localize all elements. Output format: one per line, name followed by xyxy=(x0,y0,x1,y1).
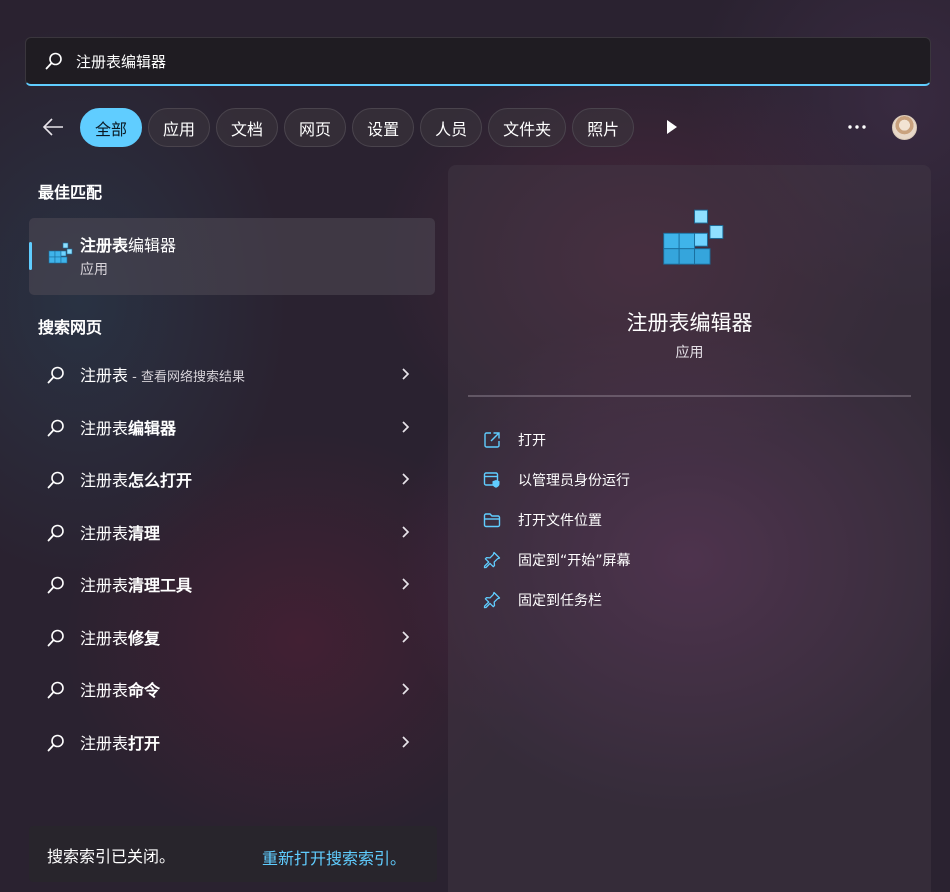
registry-editor-icon xyxy=(46,240,74,268)
more-options-icon[interactable] xyxy=(843,116,871,138)
filter-tab[interactable]: 人员 xyxy=(420,108,483,147)
search-icon xyxy=(46,680,66,700)
detail-action-label: 打开文件位置 xyxy=(518,513,602,529)
index-message: 搜索索引已关闭。 xyxy=(47,847,176,866)
pin-icon xyxy=(482,590,502,610)
search-icon xyxy=(46,418,66,438)
open-external-icon xyxy=(482,430,502,450)
filter-bar: 全部 应用 文档 网页 设置 人员 文件夹 照片 xyxy=(0,106,950,148)
detail-action-label: 打开 xyxy=(518,433,546,449)
detail-title: 注册表编辑器 xyxy=(626,311,753,335)
web-result-text: 注册表清理 xyxy=(80,523,161,543)
detail-action[interactable]: 固定到任务栏 xyxy=(482,580,631,620)
detail-action[interactable]: 固定到“开始”屏幕 xyxy=(482,540,631,580)
chevron-right-icon xyxy=(401,524,415,540)
filter-tab[interactable]: 网页 xyxy=(284,108,347,147)
web-result-item[interactable]: 注册表 - 查看网络搜索结果 xyxy=(29,348,435,401)
search-box[interactable] xyxy=(25,37,931,86)
detail-action-label: 以管理员身份运行 xyxy=(518,473,630,489)
web-result-text: 注册表编辑器 xyxy=(80,418,177,438)
web-search-heading: 搜索网页 xyxy=(38,318,103,337)
best-match-subtitle: 应用 xyxy=(80,262,108,278)
best-match-card[interactable]: 注册表编辑器 应用 xyxy=(29,218,435,295)
chevron-right-icon xyxy=(401,366,415,382)
web-result-item[interactable]: 注册表编辑器 xyxy=(29,401,435,454)
web-result-text: 注册表命令 xyxy=(80,681,161,701)
search-icon xyxy=(46,470,66,490)
web-result-text: 注册表打开 xyxy=(80,733,161,753)
admin-shield-icon xyxy=(482,470,502,490)
detail-action[interactable]: 以管理员身份运行 xyxy=(482,460,631,500)
detail-action-label: 固定到任务栏 xyxy=(518,593,602,609)
web-search-results: 注册表 - 查看网络搜索结果 注册表编辑器 注册表怎么打开 注册表清理注册表清理工具注… xyxy=(29,348,435,768)
search-icon xyxy=(46,733,66,753)
detail-divider xyxy=(468,395,911,397)
web-result-item[interactable]: 注册表清理 xyxy=(29,506,435,559)
filter-tab[interactable]: 全部 xyxy=(80,108,143,147)
search-icon xyxy=(46,575,66,595)
chevron-right-icon xyxy=(401,734,415,750)
web-result-text: 注册表清理工具 xyxy=(80,576,193,596)
best-match-title: 注册表编辑器 xyxy=(80,236,177,255)
detail-actions: 打开以管理员身份运行 打开文件位置固定到“开始”屏幕 固定到任务栏 xyxy=(482,420,631,620)
scroll-right-icon[interactable] xyxy=(662,116,682,138)
web-result-item[interactable]: 注册表命令 xyxy=(29,663,435,716)
user-avatar[interactable] xyxy=(892,115,917,140)
web-result-text: 注册表修复 xyxy=(80,628,161,648)
search-icon xyxy=(46,365,66,385)
selection-indicator xyxy=(29,242,32,270)
pin-icon xyxy=(482,550,502,570)
detail-subtitle: 应用 xyxy=(675,345,704,361)
best-match-heading: 最佳匹配 xyxy=(38,183,103,202)
back-arrow-icon[interactable] xyxy=(40,114,66,140)
search-icon xyxy=(46,523,66,543)
web-result-item[interactable]: 注册表打开 xyxy=(29,716,435,769)
web-result-item[interactable]: 注册表怎么打开 xyxy=(29,453,435,506)
detail-panel: 注册表编辑器 应用 打开以管理员身份运行 打开文件位置固定到“开始”屏幕 固定到任务… xyxy=(448,165,931,892)
filter-tab[interactable]: 应用 xyxy=(148,108,211,147)
filter-tabs: 全部 应用 文档 网页 设置 人员 文件夹 照片 xyxy=(80,108,645,148)
search-icon xyxy=(44,51,64,71)
search-input[interactable] xyxy=(76,52,876,70)
web-result-item[interactable]: 注册表修复 xyxy=(29,611,435,664)
filter-tab[interactable]: 文档 xyxy=(216,108,279,147)
registry-editor-icon xyxy=(656,205,728,277)
web-result-item[interactable]: 注册表清理工具 xyxy=(29,558,435,611)
search-index-notice: 搜索索引已关闭。 重新打开搜索索引。 xyxy=(29,826,437,882)
reopen-index-link[interactable]: 重新打开搜索索引。 xyxy=(262,845,406,869)
filter-tab[interactable]: 文件夹 xyxy=(488,108,567,147)
web-result-text: 注册表怎么打开 xyxy=(80,471,193,491)
filter-tab[interactable]: 设置 xyxy=(352,108,415,147)
detail-action-label: 固定到“开始”屏幕 xyxy=(518,553,631,569)
detail-action[interactable]: 打开 xyxy=(482,420,631,460)
chevron-right-icon xyxy=(401,471,415,487)
chevron-right-icon xyxy=(401,576,415,592)
chevron-right-icon xyxy=(401,629,415,645)
chevron-right-icon xyxy=(401,681,415,697)
filter-tab[interactable]: 照片 xyxy=(572,108,635,147)
chevron-right-icon xyxy=(401,419,415,435)
search-icon xyxy=(46,628,66,648)
web-result-text: 注册表 - 查看网络搜索结果 xyxy=(80,366,245,386)
detail-action[interactable]: 打开文件位置 xyxy=(482,500,631,540)
folder-icon xyxy=(482,510,502,530)
